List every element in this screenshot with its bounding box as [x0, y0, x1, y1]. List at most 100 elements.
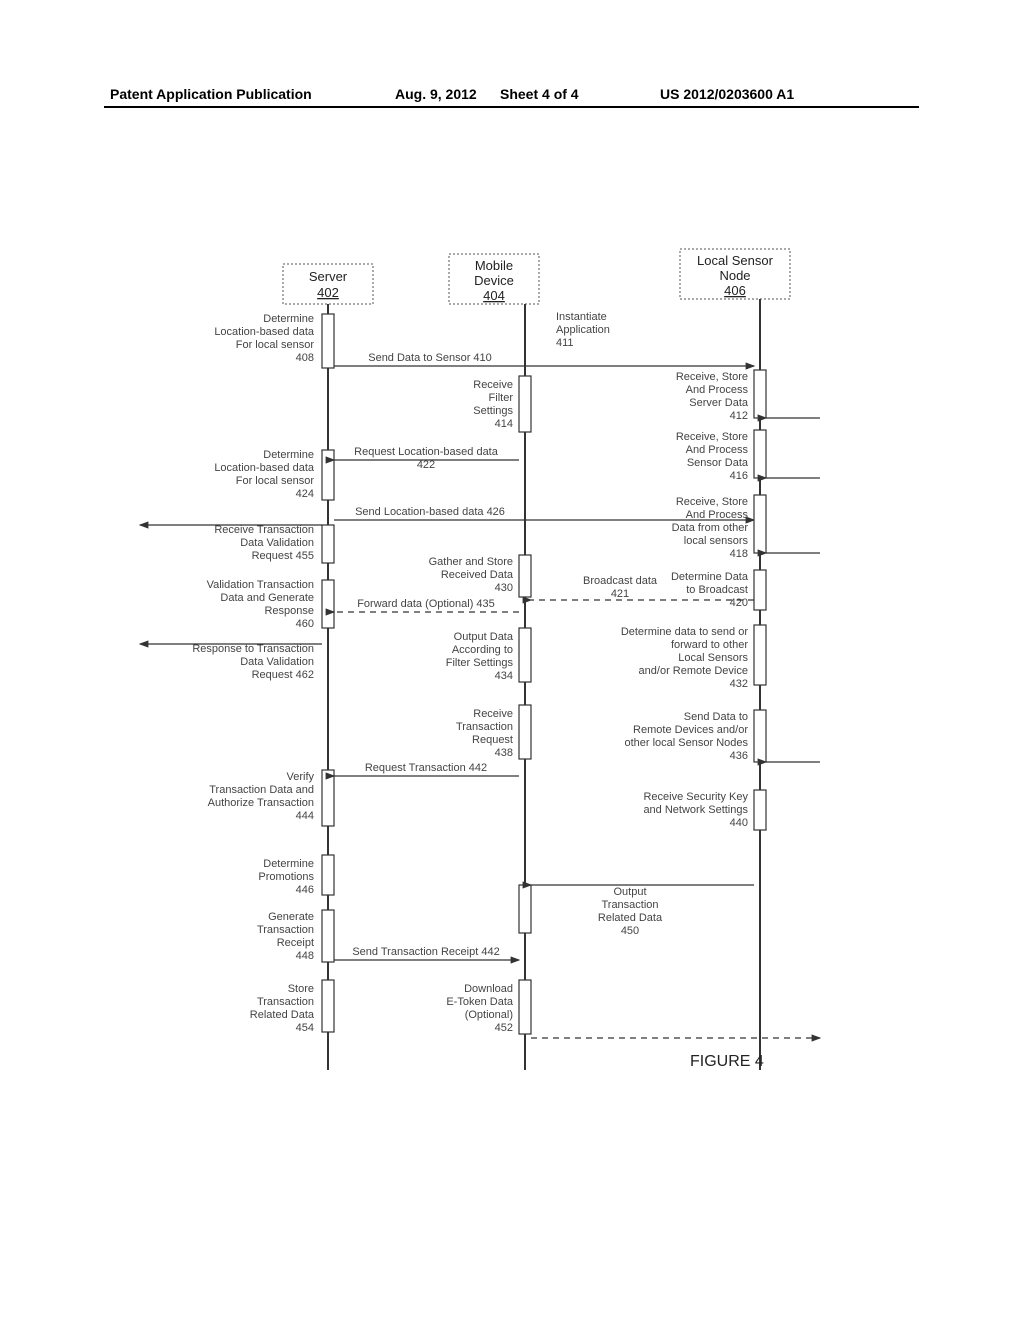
- l412c: Server Data: [689, 397, 749, 409]
- l424b: Location-based data: [214, 462, 315, 474]
- l450d: 450: [621, 925, 639, 937]
- l452a: Download: [464, 983, 513, 995]
- act-448: [322, 910, 334, 962]
- l416c: Sensor Data: [687, 457, 749, 469]
- patent-page: Patent Application Publication Aug. 9, 2…: [0, 0, 1024, 1320]
- l454d: 454: [296, 1022, 314, 1034]
- act-454: [322, 980, 334, 1032]
- l408a: Determine: [263, 313, 314, 325]
- l438a: Receive: [473, 708, 513, 720]
- l420b: to Broadcast: [686, 584, 748, 596]
- figure-label: FIGURE 4: [690, 1053, 764, 1070]
- l436a: Send Data to: [684, 711, 748, 723]
- l454b: Transaction: [257, 996, 314, 1008]
- l414b: Filter: [489, 392, 514, 404]
- l412d: 412: [730, 410, 748, 422]
- mobile-t1: Mobile: [475, 258, 513, 273]
- l430b: Received Data: [441, 569, 514, 581]
- m426: Send Location-based data 426: [355, 506, 505, 518]
- l414d: 414: [495, 418, 513, 430]
- l436b: Remote Devices and/or: [633, 724, 748, 736]
- m410: Send Data to Sensor 410: [368, 352, 492, 364]
- l434a: Output Data: [454, 631, 514, 643]
- l434d: 434: [495, 670, 513, 682]
- l444c: Authorize Transaction: [208, 797, 314, 809]
- l452c: (Optional): [465, 1009, 513, 1021]
- m422a: Request Location-based data: [354, 446, 499, 458]
- act-444: [322, 770, 334, 826]
- l450a: Output: [613, 886, 646, 898]
- l416a: Receive, Store: [676, 431, 748, 443]
- act-452: [519, 980, 531, 1034]
- server-id: 402: [317, 285, 339, 300]
- l408c: For local sensor: [236, 339, 315, 351]
- l418a: Receive, Store: [676, 496, 748, 508]
- l462a: Response to Transaction: [192, 643, 314, 655]
- l446a: Determine: [263, 858, 314, 870]
- l430a: Gather and Store: [429, 556, 513, 568]
- l416d: 416: [730, 470, 748, 482]
- m421a: Broadcast data: [583, 575, 658, 587]
- l418b: And Process: [686, 509, 749, 521]
- l411a: Instantiate: [556, 311, 607, 323]
- act-450m: [519, 885, 531, 933]
- l411b: Application: [556, 324, 610, 336]
- l438d: 438: [495, 747, 513, 759]
- sensor-id: 406: [724, 283, 746, 298]
- l436c: other local Sensor Nodes: [624, 737, 748, 749]
- act-460: [322, 580, 334, 628]
- l424c: For local sensor: [236, 475, 315, 487]
- l462b: Data Validation: [240, 656, 314, 668]
- l460b: Data and Generate: [220, 592, 314, 604]
- server-title: Server: [309, 269, 348, 284]
- act-416: [754, 430, 766, 478]
- l454c: Related Data: [250, 1009, 315, 1021]
- sequence-diagram: Server 402 Mobile Device 404 Local Senso…: [0, 0, 1024, 1320]
- l436d: 436: [730, 750, 748, 762]
- l450c: Related Data: [598, 912, 663, 924]
- l462c: Request 462: [252, 669, 314, 681]
- l460d: 460: [296, 618, 314, 630]
- sensor-t1: Local Sensor: [697, 253, 774, 268]
- m421b: 421: [611, 588, 629, 600]
- l450b: Transaction: [601, 899, 658, 911]
- l452d: 452: [495, 1022, 513, 1034]
- l440a: Receive Security Key: [643, 791, 748, 803]
- l432c: Local Sensors: [678, 652, 748, 664]
- l420a: Determine Data: [671, 571, 749, 583]
- l448a: Generate: [268, 911, 314, 923]
- l432b: forward to other: [671, 639, 748, 651]
- l424a: Determine: [263, 449, 314, 461]
- l440b: and Network Settings: [643, 804, 748, 816]
- l418e: 418: [730, 548, 748, 560]
- l448b: Transaction: [257, 924, 314, 936]
- l412b: And Process: [686, 384, 749, 396]
- l438b: Transaction: [456, 721, 513, 733]
- l414a: Receive: [473, 379, 513, 391]
- l444d: 444: [296, 810, 314, 822]
- l460c: Response: [264, 605, 314, 617]
- m422b: 422: [417, 459, 435, 471]
- l416b: And Process: [686, 444, 749, 456]
- mobile-id: 404: [483, 288, 505, 303]
- l438c: Request: [472, 734, 513, 746]
- act-420: [754, 570, 766, 610]
- l446c: 446: [296, 884, 314, 896]
- act-414: [519, 376, 531, 432]
- act-430: [519, 555, 531, 597]
- l418c: Data from other: [672, 522, 749, 534]
- l432e: 432: [730, 678, 748, 690]
- l444b: Transaction Data and: [209, 784, 314, 796]
- l452b: E-Token Data: [446, 996, 514, 1008]
- l454a: Store: [288, 983, 314, 995]
- l432a: Determine data to send or: [621, 626, 749, 638]
- l412a: Receive, Store: [676, 371, 748, 383]
- act-432: [754, 625, 766, 685]
- l455b: Data Validation: [240, 537, 314, 549]
- m435: Forward data (Optional) 435: [357, 598, 495, 610]
- l460a: Validation Transaction: [207, 579, 314, 591]
- l444a: Verify: [286, 771, 314, 783]
- act-446: [322, 855, 334, 895]
- act-455: [322, 525, 334, 563]
- l440c: 440: [730, 817, 748, 829]
